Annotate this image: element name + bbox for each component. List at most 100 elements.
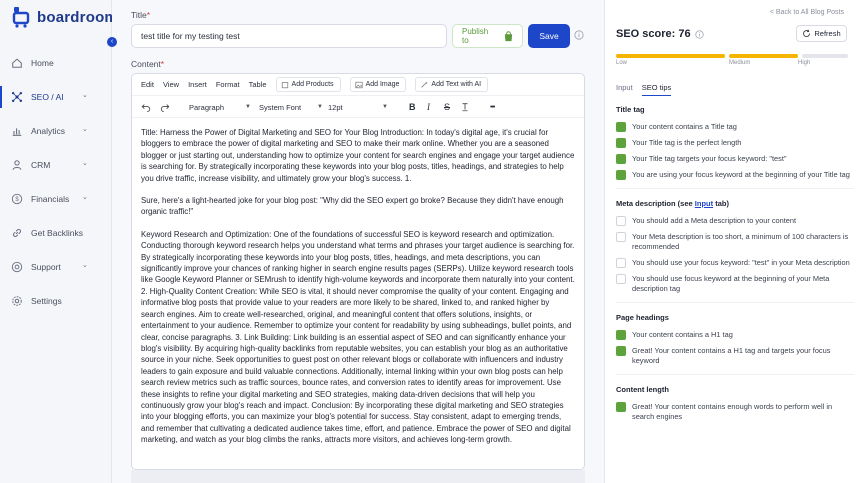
section-divider bbox=[616, 188, 854, 189]
add-image-label: Add Image bbox=[365, 81, 400, 88]
empty-check-icon bbox=[616, 258, 626, 268]
sidebar-item-get-backlinks[interactable]: Get Backlinks bbox=[0, 216, 112, 250]
content-label: Content* bbox=[131, 59, 165, 69]
seo-tips-list: Title tag Your content contains a Title … bbox=[616, 105, 854, 428]
box-icon bbox=[281, 81, 288, 88]
chevron-down-icon: ▼ bbox=[245, 104, 251, 110]
tip-item: Your content contains a H1 tag bbox=[616, 330, 854, 340]
sidebar-item-label: CRM bbox=[31, 160, 51, 170]
tip-text: Your Title tag targets your focus keywor… bbox=[632, 154, 787, 163]
add-text-with-ai-button[interactable]: Add Text with AI bbox=[415, 77, 489, 92]
section-title-tag: Title tag bbox=[616, 105, 645, 114]
section-page-headings: Page headings bbox=[616, 313, 669, 322]
sidebar-item-label: Home bbox=[31, 58, 54, 68]
help-icon bbox=[10, 261, 23, 274]
add-products-button[interactable]: Add Products bbox=[275, 77, 341, 92]
sidebar-item-home[interactable]: Home bbox=[0, 46, 112, 80]
sidebar-collapse-button[interactable]: ‹ bbox=[107, 37, 117, 47]
logo-text: boardroom bbox=[37, 8, 118, 26]
sidebar-item-label: SEO / AI bbox=[31, 92, 64, 102]
publish-label: Publish bbox=[462, 27, 489, 36]
tip-item: Your Title tag targets your focus keywor… bbox=[616, 154, 854, 164]
tab-input[interactable]: Input bbox=[616, 83, 633, 96]
add-image-button[interactable]: Add Image bbox=[349, 77, 407, 92]
sidebar-item-label: Get Backlinks bbox=[31, 228, 83, 238]
section-meta-description: Meta description (see Input tab) bbox=[616, 199, 854, 208]
sidebar-item-analytics[interactable]: Analytics ⌄ bbox=[0, 114, 112, 148]
editor-statusbar bbox=[131, 470, 585, 483]
more-options-icon[interactable]: ••• bbox=[490, 100, 495, 114]
dollar-icon: $ bbox=[10, 193, 23, 206]
home-icon bbox=[10, 57, 23, 70]
check-icon bbox=[616, 122, 626, 132]
link-icon bbox=[10, 227, 23, 240]
seo-panel: < Back to All Blog Posts SEO score: 76 R… bbox=[604, 0, 860, 483]
menu-edit[interactable]: Edit bbox=[141, 80, 154, 89]
tip-text: Your content contains a H1 tag bbox=[632, 330, 733, 339]
sidebar-item-support[interactable]: Support ⌄ bbox=[0, 250, 112, 284]
bold-icon[interactable]: B bbox=[409, 100, 416, 114]
chevron-down-icon: ⌄ bbox=[82, 92, 88, 99]
sidebar-item-crm[interactable]: CRM ⌄ bbox=[0, 148, 112, 182]
logo[interactable]: boardroom bbox=[12, 6, 118, 28]
tip-item: You should use focus keyword at the begi… bbox=[616, 274, 854, 294]
tab-seo-tips[interactable]: SEO tips bbox=[641, 83, 672, 96]
shopify-bag-icon bbox=[503, 31, 514, 44]
back-to-blog-posts-link[interactable]: < Back to All Blog Posts bbox=[770, 9, 844, 16]
publish-label-to: to bbox=[462, 36, 469, 45]
check-icon bbox=[616, 402, 626, 412]
font-size-select[interactable]: 12pt ▼ bbox=[328, 100, 388, 114]
block-format-select[interactable]: Paragraph ▼ bbox=[189, 100, 251, 114]
input-tab-link[interactable]: Input bbox=[695, 199, 713, 208]
info-icon[interactable] bbox=[574, 30, 584, 42]
tip-text: Your content contains a Title tag bbox=[632, 122, 737, 131]
refresh-label: Refresh bbox=[814, 29, 841, 38]
score-meter-low bbox=[616, 54, 725, 58]
publish-to-shopify-button[interactable]: Publish to bbox=[452, 24, 523, 48]
menu-table[interactable]: Table bbox=[249, 80, 267, 89]
image-icon bbox=[355, 81, 363, 88]
chevron-down-icon: ⌄ bbox=[82, 160, 88, 167]
save-button[interactable]: Save bbox=[528, 24, 570, 48]
chevron-down-icon: ⌄ bbox=[82, 194, 88, 201]
sidebar-item-financials[interactable]: $ Financials ⌄ bbox=[0, 182, 112, 216]
sidebar-item-settings[interactable]: Settings bbox=[0, 284, 112, 318]
clear-formatting-icon[interactable] bbox=[460, 100, 470, 114]
menu-view[interactable]: View bbox=[163, 80, 179, 89]
redo-icon[interactable] bbox=[160, 100, 170, 114]
menu-insert[interactable]: Insert bbox=[188, 80, 207, 89]
info-icon[interactable] bbox=[694, 29, 704, 39]
font-family-select[interactable]: System Font ▼ bbox=[259, 100, 323, 114]
font-family-value: System Font bbox=[259, 102, 302, 112]
rich-text-editor: Edit View Insert Format Table Add Produc… bbox=[131, 73, 585, 470]
score-meter-high bbox=[802, 54, 848, 58]
italic-icon[interactable]: I bbox=[427, 100, 430, 114]
empty-check-icon bbox=[616, 232, 626, 242]
boardroom-logo-icon bbox=[12, 7, 30, 28]
refresh-button[interactable]: Refresh bbox=[796, 25, 847, 42]
tip-text: You should use focus keyword at the begi… bbox=[632, 274, 830, 293]
meter-label-low: Low bbox=[616, 60, 628, 66]
undo-icon[interactable] bbox=[141, 100, 151, 114]
editor-toolbar: Paragraph ▼ System Font ▼ 12pt ▼ B I S •… bbox=[132, 96, 584, 118]
empty-check-icon bbox=[616, 274, 626, 284]
meter-label-high: High bbox=[798, 60, 811, 66]
tip-text: You should use your focus keyword: "test… bbox=[632, 258, 850, 267]
sidebar-item-label: Support bbox=[31, 262, 61, 272]
tip-item: Your content contains a Title tag bbox=[616, 122, 854, 132]
check-icon bbox=[616, 138, 626, 148]
tip-item: You should use your focus keyword: "test… bbox=[616, 258, 854, 268]
editor-content[interactable]: Title: Harness the Power of Digital Mark… bbox=[132, 118, 584, 446]
title-label: Title* bbox=[131, 10, 151, 20]
content-paragraph: Title: Harness the Power of Digital Mark… bbox=[141, 128, 575, 183]
content-paragraph: Keyword Research and Optimization: One o… bbox=[141, 229, 575, 445]
title-input[interactable]: test title for my testing test bbox=[131, 24, 447, 48]
menu-format[interactable]: Format bbox=[216, 80, 240, 89]
strikethrough-icon[interactable]: S bbox=[444, 100, 450, 114]
refresh-icon bbox=[803, 29, 811, 37]
magic-pen-icon bbox=[421, 81, 429, 88]
sidebar-item-label: Settings bbox=[31, 296, 62, 306]
tip-item: You are using your focus keyword at the … bbox=[616, 170, 854, 180]
sidebar-item-seo-ai[interactable]: SEO / AI ⌄ bbox=[0, 80, 112, 114]
tip-text: Your Meta description is too short, a mi… bbox=[632, 232, 849, 251]
